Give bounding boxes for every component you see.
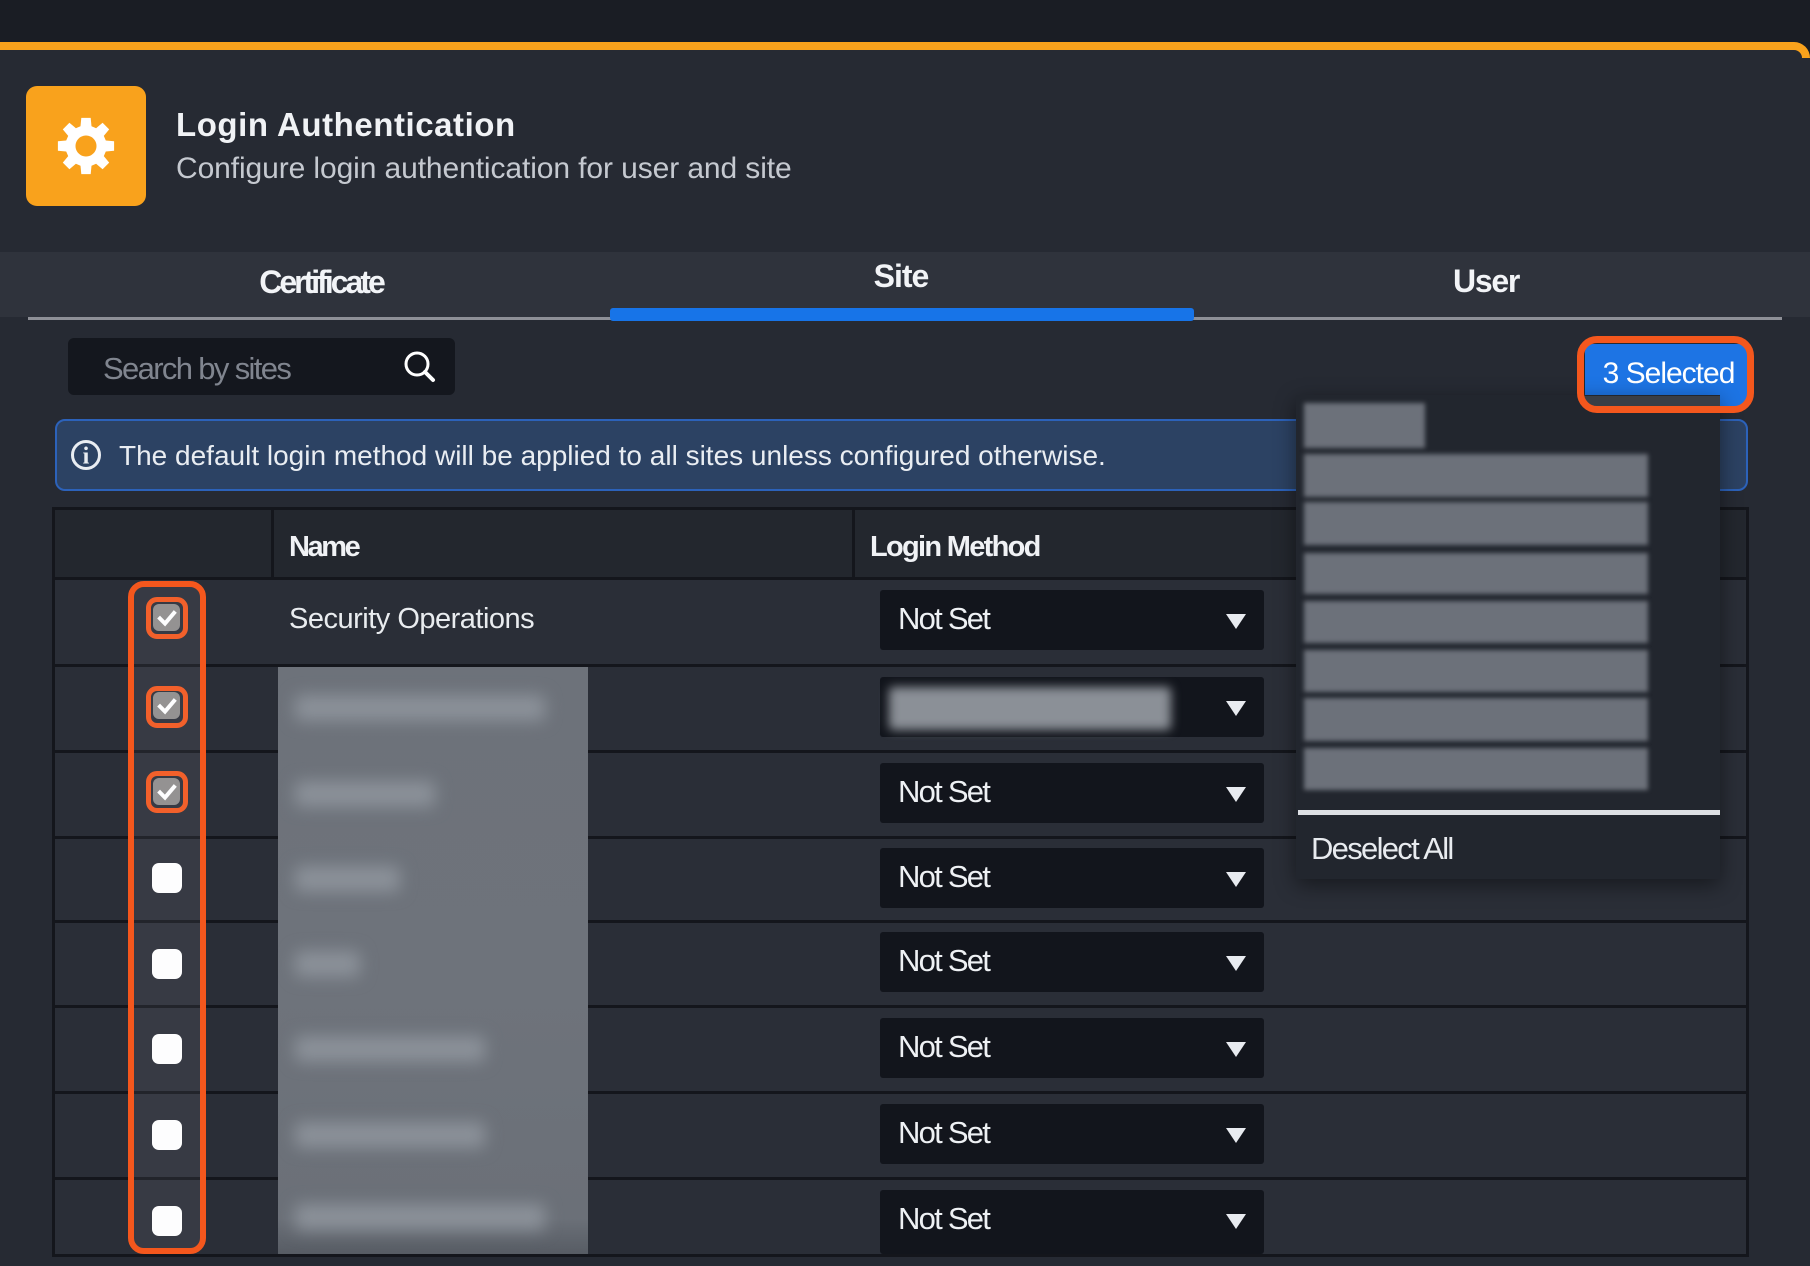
svg-text:i: i	[83, 444, 90, 470]
